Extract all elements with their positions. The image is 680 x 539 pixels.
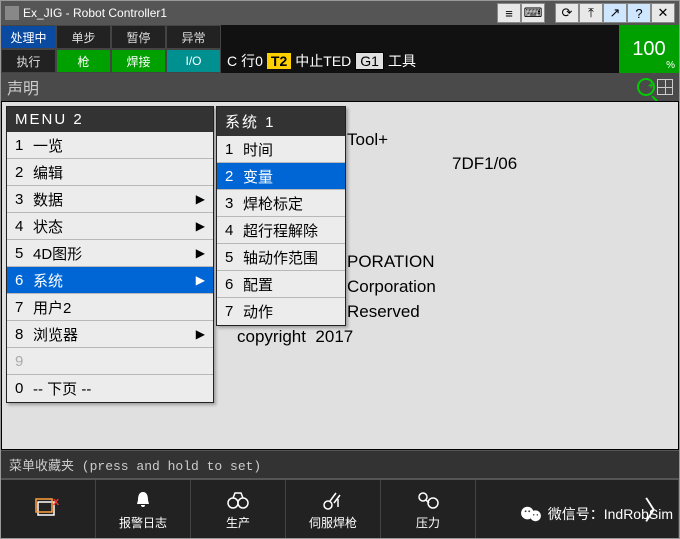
bg-text: 7DF1/06	[452, 154, 517, 174]
status-abnormal: 异常	[166, 25, 221, 49]
menu-item[interactable]: 6配置	[217, 271, 345, 298]
window-title: Ex_JIG - Robot Controller1	[23, 6, 167, 20]
menu-item[interactable]: 1时间	[217, 136, 345, 163]
menu-item-label: 数据	[33, 189, 196, 210]
bg-text: PORATION	[347, 252, 435, 272]
toolbar-btn-production[interactable]: 生产	[191, 480, 286, 538]
menu-item-label: 系统	[33, 270, 196, 291]
up-icon[interactable]: ⤒	[579, 3, 603, 23]
chevron-right-icon: ▶	[196, 273, 205, 287]
menu-item-label: 一览	[33, 135, 205, 156]
menu-header: 系统 1	[217, 107, 345, 136]
menu-panel-main: MENU 2 1一览2编辑3数据▶4状态▶54D图形▶6系统▶7用户28浏览器▶…	[6, 106, 214, 403]
menu-item[interactable]: 0-- 下页 --	[7, 375, 213, 402]
titlebar: Ex_JIG - Robot Controller1 ≡ ⌨ ⟳ ⤒ ↗ ? ✕	[1, 1, 679, 25]
page-title: 声明	[7, 75, 39, 99]
layout-icon[interactable]	[657, 79, 673, 95]
menu-item[interactable]: 54D图形▶	[7, 240, 213, 267]
menu-item-label: -- 下页 --	[33, 378, 205, 399]
keyboard-icon[interactable]: ⌨	[521, 3, 545, 23]
status-weld[interactable]: 焊接	[111, 49, 166, 73]
status-processing: 处理中	[1, 25, 56, 49]
menu-item[interactable]: 8浏览器▶	[7, 321, 213, 348]
svg-text:x: x	[53, 497, 60, 508]
menu-item[interactable]: 7动作	[217, 298, 345, 325]
toolbar-btn-servo[interactable]: 伺服焊枪	[286, 480, 381, 538]
refresh-icon[interactable]: ⟳	[555, 3, 579, 23]
menu-item-label: 配置	[243, 274, 337, 295]
status-single: 单步	[56, 25, 111, 49]
menu-item-label: 轴动作范围	[243, 247, 337, 268]
bg-text: copyright 2017	[237, 327, 353, 347]
menu-item-label: 时间	[243, 139, 337, 160]
menu-header: MENU 2	[7, 107, 213, 132]
status-io[interactable]: I/O	[166, 49, 221, 73]
favorites-bar[interactable]: 菜单收藏夹 (press and hold to set)	[1, 450, 679, 478]
help-icon[interactable]: ?	[627, 3, 651, 23]
close-icon[interactable]: ✕	[651, 3, 675, 23]
bg-text: Corporation	[347, 277, 436, 297]
menu-item[interactable]: 2变量	[217, 163, 345, 190]
chevron-right-icon[interactable]: 〉	[644, 491, 670, 528]
toolbar-btn-window[interactable]: x	[1, 480, 96, 538]
menu-item[interactable]: 3焊枪标定	[217, 190, 345, 217]
menu-item[interactable]: 6系统▶	[7, 267, 213, 294]
menu-item[interactable]: 4状态▶	[7, 213, 213, 240]
chevron-right-icon: ▶	[196, 192, 205, 206]
bg-text: Tool+	[347, 130, 388, 150]
bg-text: Reserved	[347, 302, 420, 322]
menu-item[interactable]: 5轴动作范围	[217, 244, 345, 271]
speed-percent[interactable]: 100%	[619, 25, 679, 73]
toolbar-btn-pressure[interactable]: 压力	[381, 480, 476, 538]
diag-icon[interactable]: ↗	[603, 3, 627, 23]
menu-item-label: 编辑	[33, 162, 205, 183]
menu-item-label: 焊枪标定	[243, 193, 337, 214]
menu-item-label: 4D图形	[33, 243, 196, 264]
menu-item: 9	[7, 348, 213, 375]
zoom-in-icon[interactable]	[637, 78, 655, 96]
menu-item[interactable]: 4超行程解除	[217, 217, 345, 244]
status-exec: 执行	[1, 49, 56, 73]
bars-icon[interactable]: ≡	[497, 3, 521, 23]
menu-item[interactable]: 7用户2	[7, 294, 213, 321]
menu-item-label: 变量	[243, 166, 337, 187]
menu-item[interactable]: 1一览	[7, 132, 213, 159]
toolbar-btn-alarm[interactable]: 报警日志	[96, 480, 191, 538]
binoculars-icon	[225, 488, 251, 512]
t2-tag: T2	[267, 53, 291, 69]
menu-item-label: 动作	[243, 301, 337, 322]
system-icon	[5, 6, 19, 20]
menu-item-label: 超行程解除	[243, 220, 337, 241]
window-close-icon: x	[35, 496, 61, 520]
g1-tag: G1	[355, 52, 384, 70]
menu-item[interactable]: 3数据▶	[7, 186, 213, 213]
chevron-right-icon: ▶	[196, 246, 205, 260]
chevron-right-icon: ▶	[196, 219, 205, 233]
bottom-toolbar: x 报警日志 生产 伺服焊枪 压力	[1, 478, 679, 538]
content-area: Tool+ 7DF1/06 PORATION Corporation Reser…	[1, 101, 679, 450]
status-pause: 暂停	[111, 25, 166, 49]
menu-item-label: 用户2	[33, 297, 205, 318]
bell-icon	[132, 488, 154, 512]
page-header: 声明 +	[1, 73, 679, 101]
menu-item-label: 状态	[33, 216, 196, 237]
run-status-line: C 行0 T2 中止TED G1 工具	[221, 49, 619, 73]
status-gun[interactable]: 枪	[56, 49, 111, 73]
app-window: Ex_JIG - Robot Controller1 ≡ ⌨ ⟳ ⤒ ↗ ? ✕…	[0, 0, 680, 539]
menu-item-label: 浏览器	[33, 324, 196, 345]
toolbar-btn-distance[interactable]: 〉	[476, 480, 679, 538]
menu-panel-system: 系统 1 1时间2变量3焊枪标定4超行程解除5轴动作范围6配置7动作	[216, 106, 346, 326]
weld-gun-icon	[320, 488, 346, 512]
chevron-right-icon: ▶	[196, 327, 205, 341]
menu-item[interactable]: 2编辑	[7, 159, 213, 186]
pressure-icon	[415, 488, 441, 512]
